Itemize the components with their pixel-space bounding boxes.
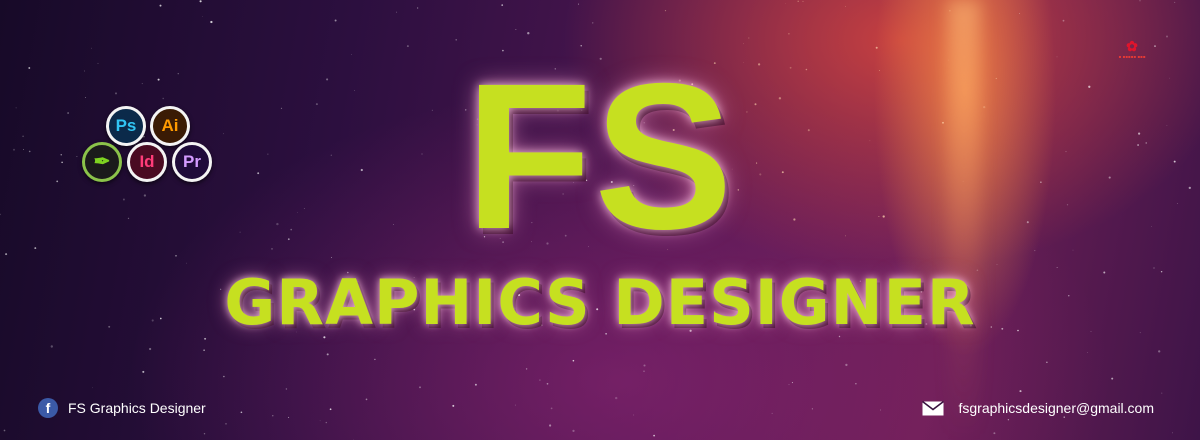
watermark-logo-icon: ✿ ▪ ▪▪▪▪▪ ▪▪▪	[1118, 39, 1146, 59]
facebook-icon: f	[38, 398, 58, 418]
banner: Ps Ai ✒ Id Pr ✿ ▪ ▪▪▪▪▪ ▪▪▪ FS GRAPHICS …	[0, 0, 1200, 440]
brand-subtitle: GRAPHICS DESIGNER	[224, 266, 976, 339]
brand-title: FS	[465, 41, 735, 273]
email-address: fsgraphicsdesigner@gmail.com	[958, 400, 1154, 416]
facebook-contact[interactable]: f FS Graphics Designer	[38, 398, 206, 418]
email-contact[interactable]: fsgraphicsdesigner@gmail.com	[922, 400, 1154, 416]
mail-icon	[922, 400, 945, 415]
facebook-page-name: FS Graphics Designer	[68, 400, 206, 416]
